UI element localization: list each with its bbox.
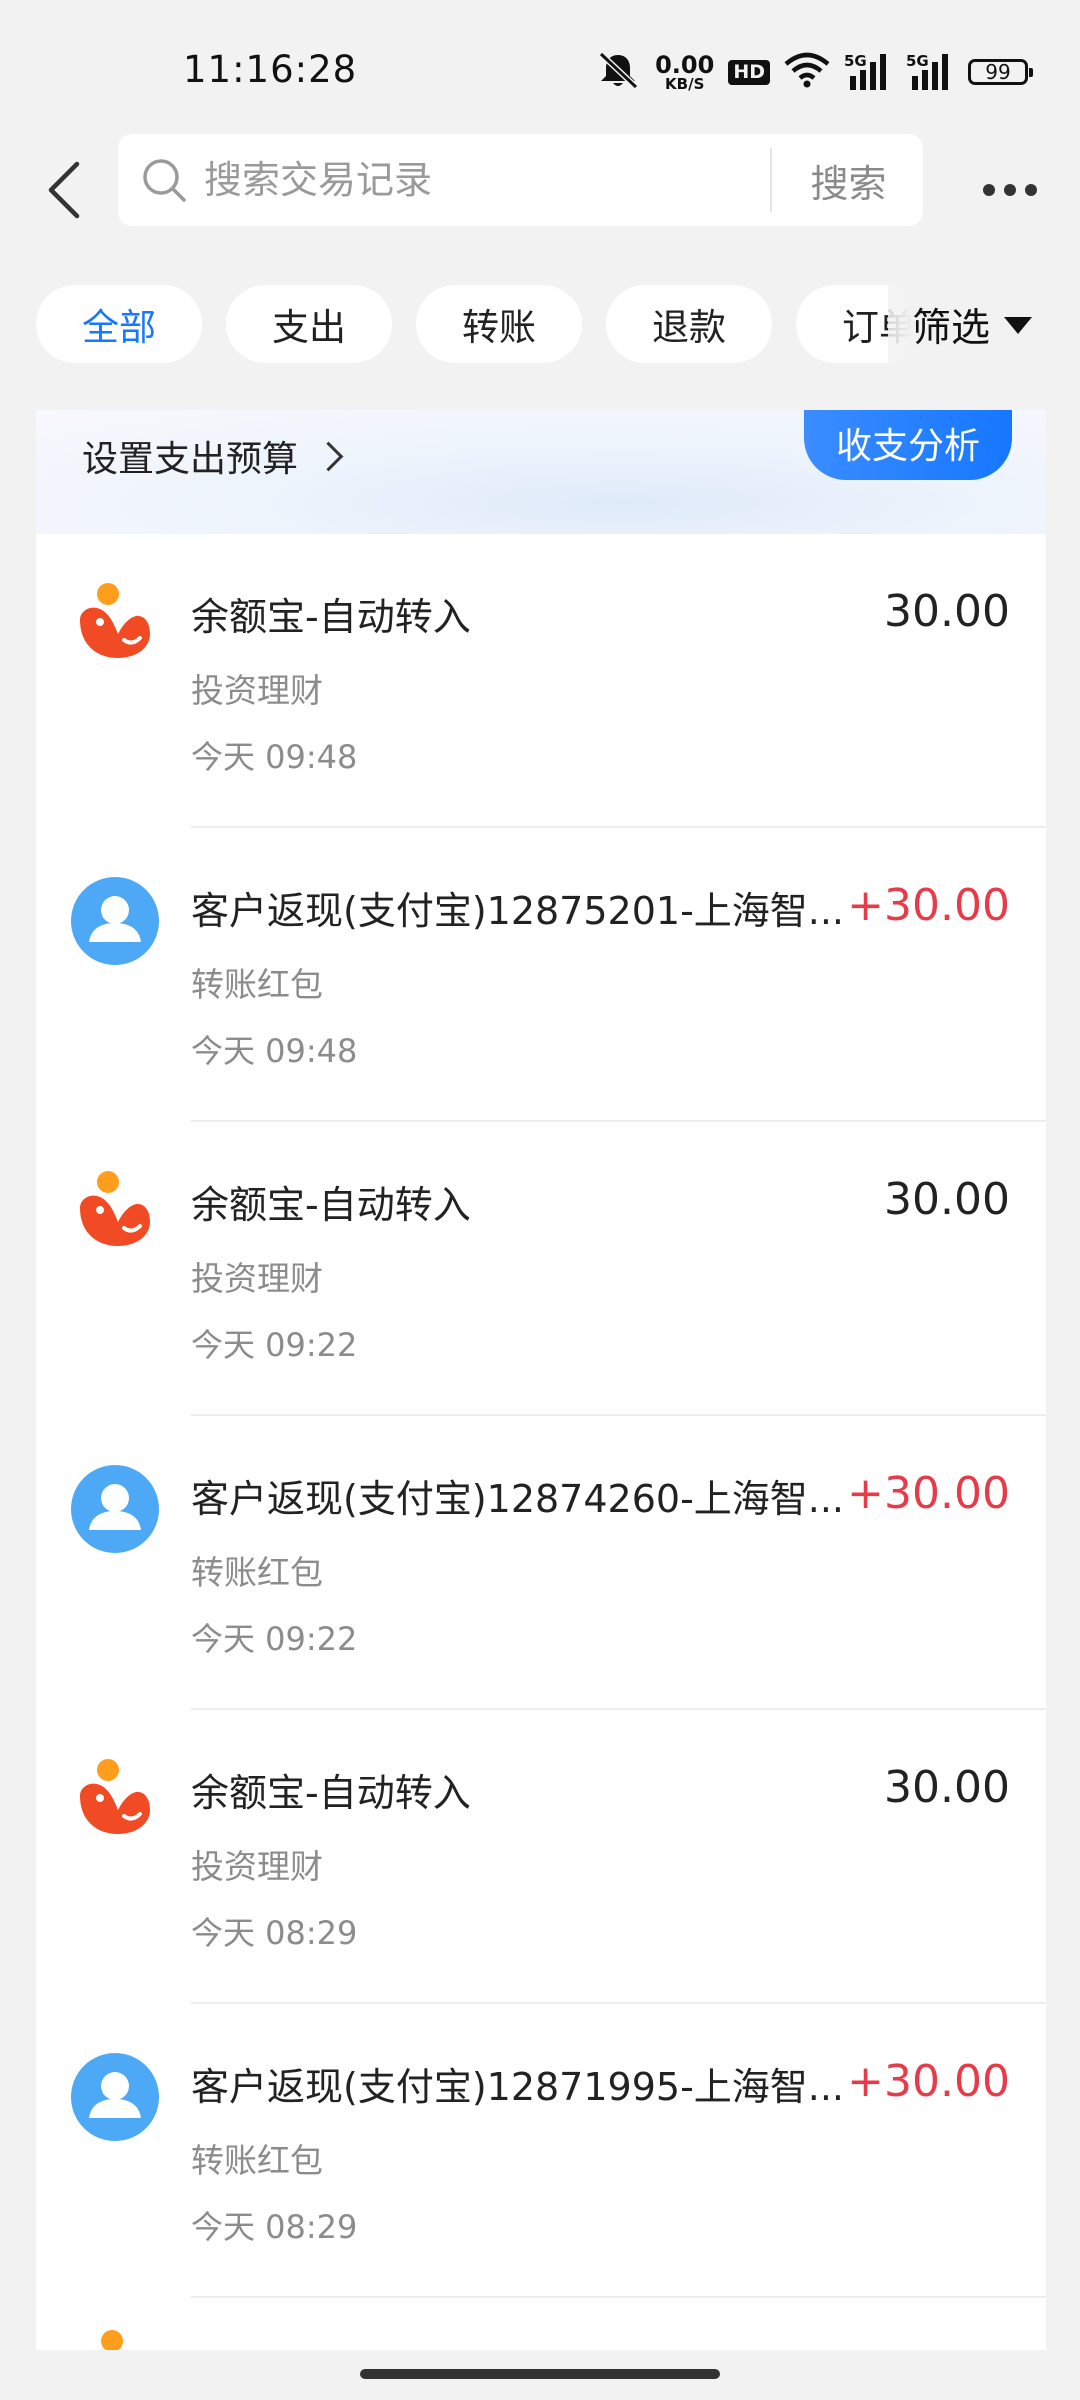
search-divider — [770, 148, 772, 212]
net-speed-value: 0.00 — [655, 50, 715, 79]
transaction-category: 转账红包 — [191, 2141, 323, 2180]
transaction-category: 转账红包 — [191, 965, 323, 1004]
net-speed-unit: KB/S — [665, 74, 705, 93]
yuebao-icon — [80, 1171, 150, 1246]
transaction-row[interactable]: 余额宝-自动转入 投资理财 今天 09:48 30.00 — [36, 534, 1046, 828]
filter-button[interactable]: 筛选 — [888, 285, 1080, 365]
tab-refund[interactable]: 退款 — [606, 285, 772, 363]
transaction-time: 今天 09:22 — [191, 1326, 358, 1364]
signal-5g-icon: 5G — [844, 52, 892, 92]
row-divider — [191, 2296, 1046, 2298]
back-arrow-icon — [48, 161, 80, 219]
wifi-icon — [784, 52, 830, 92]
transaction-amount: +30.00 — [847, 1468, 1010, 1519]
transaction-category: 投资理财 — [191, 1847, 323, 1886]
transaction-row[interactable]: 余额宝-自动转入 投资理财 今天 08:29 30.00 — [36, 1710, 1046, 2004]
transaction-row[interactable]: 客户返现(支付宝)12874260-上海智... 转账红包 今天 09:22 +… — [36, 1416, 1046, 1710]
transaction-time: 今天 08:29 — [191, 1914, 358, 1952]
back-button[interactable] — [30, 150, 100, 230]
user-avatar-icon — [71, 877, 159, 965]
transaction-title: 余额宝-自动转入 — [191, 595, 471, 639]
transaction-category: 投资理财 — [191, 671, 323, 710]
transaction-time: 今天 08:29 — [191, 2208, 358, 2246]
more-options-button[interactable] — [970, 158, 1050, 222]
more-dot-icon — [983, 184, 995, 196]
transaction-amount: 30.00 — [884, 1762, 1010, 1813]
transaction-time: 今天 09:48 — [191, 1032, 358, 1070]
transaction-category: 投资理财 — [191, 1259, 323, 1298]
transaction-category: 转账红包 — [191, 1553, 323, 1592]
caret-down-icon — [1004, 316, 1033, 334]
status-bar: 11:16:28 0.00 KB/S HD 5G 5G 99 — [0, 0, 1080, 130]
hd-label: HD — [733, 60, 765, 83]
hd-icon: HD — [728, 59, 770, 85]
filter-tabs: 全部 支出 转账 退款 订单 筛选 — [0, 285, 1080, 365]
user-avatar-icon — [71, 1465, 159, 1553]
transaction-row[interactable]: 客户返现(支付宝)12875201-上海智... 转账红包 今天 09:48 +… — [36, 828, 1046, 1122]
search-icon — [143, 159, 186, 202]
gesture-area — [0, 2350, 1080, 2400]
transaction-amount: 30.00 — [884, 1174, 1010, 1225]
yuebao-icon-partial — [101, 2330, 123, 2350]
search-box[interactable]: 搜索 — [118, 134, 923, 226]
transaction-time: 今天 09:22 — [191, 1620, 358, 1658]
transaction-title: 客户返现(支付宝)12875201-上海智... — [191, 889, 845, 933]
tab-expense[interactable]: 支出 — [226, 285, 392, 363]
income-expense-analysis-button[interactable]: 收支分析 — [804, 410, 1012, 480]
signal-5g-icon-2: 5G — [906, 52, 954, 92]
transaction-amount: 30.00 — [884, 586, 1010, 637]
more-dot-icon — [1004, 184, 1016, 196]
set-budget-label: 设置支出预算 — [82, 439, 299, 480]
search-input[interactable] — [204, 134, 864, 226]
transaction-time: 今天 09:48 — [191, 738, 358, 776]
more-dot-icon — [1025, 184, 1037, 196]
transaction-row[interactable]: 余额宝-自动转入 投资理财 今天 09:22 30.00 — [36, 1122, 1046, 1416]
analysis-button-label: 收支分析 — [835, 426, 980, 467]
status-icons: 0.00 KB/S HD 5G 5G 99 — [595, 50, 1033, 94]
chevron-right-icon — [313, 441, 344, 471]
header: 搜索 — [0, 130, 1080, 250]
transactions-card: 设置支出预算 收支分析 余额宝-自动转入 投资理财 今天 09:48 30.00 — [36, 410, 1046, 2350]
transaction-title: 余额宝-自动转入 — [191, 1771, 471, 1815]
filter-label: 筛选 — [912, 306, 991, 351]
set-budget-link[interactable]: 设置支出预算 — [82, 430, 344, 482]
search-button[interactable]: 搜索 — [774, 134, 923, 226]
status-time: 11:16:28 — [183, 48, 358, 91]
tab-transfer[interactable]: 转账 — [416, 285, 582, 363]
tab-all[interactable]: 全部 — [36, 285, 202, 363]
transaction-amount: +30.00 — [847, 880, 1010, 931]
user-avatar-icon — [71, 2053, 159, 2141]
budget-banner: 设置支出预算 收支分析 — [36, 410, 1046, 534]
transaction-list: 余额宝-自动转入 投资理财 今天 09:48 30.00 客户返现(支付宝)12… — [36, 534, 1046, 2298]
transaction-title: 余额宝-自动转入 — [191, 1183, 471, 1227]
battery-level: 99 — [985, 60, 1011, 84]
yuebao-icon — [80, 1759, 150, 1834]
mute-icon — [595, 50, 641, 94]
transaction-title: 客户返现(支付宝)12874260-上海智... — [191, 1477, 845, 1521]
transaction-amount: +30.00 — [847, 2056, 1010, 2107]
transaction-title: 客户返现(支付宝)12871995-上海智... — [191, 2065, 845, 2109]
home-gesture-bar[interactable] — [360, 2369, 720, 2379]
battery-icon: 99 — [968, 59, 1033, 85]
net-speed: 0.00 KB/S — [655, 53, 714, 92]
yuebao-icon — [80, 583, 150, 658]
transaction-row[interactable]: 客户返现(支付宝)12871995-上海智... 转账红包 今天 08:29 +… — [36, 2004, 1046, 2298]
